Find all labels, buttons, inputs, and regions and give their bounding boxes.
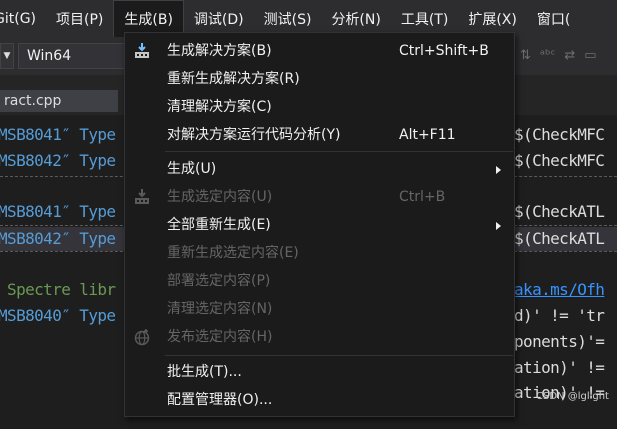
menu-separator	[165, 355, 513, 356]
menu-item-shortcut: Ctrl+Shift+B	[399, 43, 489, 59]
output-link[interactable]: aka.ms/Ofh	[514, 278, 605, 302]
menu-item-clean-selection[interactable]: 清理选定内容(N)	[125, 295, 514, 323]
menu-window[interactable]: 窗口(	[527, 0, 580, 37]
menu-item-label: 批生成(T)...	[167, 364, 242, 380]
menu-item-publish-selection[interactable]: 发布选定内容(H)	[125, 323, 514, 351]
menu-git[interactable]: Git(G)	[0, 0, 46, 37]
menu-item-deploy-selection[interactable]: 部署选定内容(P)	[125, 267, 514, 295]
menu-item-label: 部署选定内容(P)	[167, 273, 271, 289]
publish-globe-icon	[134, 329, 150, 346]
output-line-right: ation)' !=	[514, 358, 605, 377]
configuration-dropdown-arrow[interactable]: ▼	[0, 43, 14, 69]
menu-item-rebuild-all-submenu[interactable]: 全部重新生成(E)	[125, 211, 514, 239]
output-line-right: d)' != 'tr	[514, 306, 605, 325]
submenu-arrow-icon	[496, 222, 501, 230]
window-icon[interactable]: ▭	[584, 48, 596, 63]
menu-item-batch-build[interactable]: 批生成(T)...	[125, 358, 514, 386]
output-line-left: MSB8042″ Type	[0, 229, 116, 248]
output-line-left: MSB8041″ Type	[0, 202, 116, 221]
menu-separator	[165, 151, 513, 152]
build-selection-icon	[135, 189, 149, 204]
navigate-icon[interactable]: ⇄	[564, 48, 575, 63]
output-line-right: $(CheckATL	[514, 229, 605, 248]
output-line-right: $(CheckATL	[514, 202, 605, 221]
menu-item-clean-solution[interactable]: 清理解决方案(C)	[125, 93, 514, 121]
format-icon[interactable]: ⇅	[520, 48, 531, 63]
output-line-right: $(CheckMFC	[514, 151, 605, 170]
submenu-arrow-icon	[496, 166, 501, 174]
menu-item-label: 配置管理器(O)...	[167, 392, 273, 408]
menu-item-label: 对解决方案运行代码分析(Y)	[167, 127, 341, 143]
output-line-left: MSB8040″ Type	[0, 306, 116, 325]
output-line-right: $(CheckMFC	[514, 125, 605, 144]
menu-item-label: 生成解决方案(B)	[167, 43, 272, 59]
platform-select[interactable]: Win64	[18, 43, 126, 69]
menu-item-label: 发布选定内容(H)	[167, 329, 273, 345]
menu-item-run-code-analysis[interactable]: 对解决方案运行代码分析(Y) Alt+F11	[125, 121, 514, 149]
build-solution-icon	[135, 43, 149, 58]
output-line-left: MSB8042″ Type	[0, 151, 116, 170]
toolbar-icons: ⇅ ᵃᵇᶜ ⇄ ▭	[520, 48, 597, 63]
menu-item-label: 清理解决方案(C)	[167, 99, 272, 115]
menu-item-build-submenu[interactable]: 生成(U)	[125, 155, 514, 183]
spellcheck-icon[interactable]: ᵃᵇᶜ	[540, 48, 555, 63]
build-menu: 生成解决方案(B) Ctrl+Shift+B 重新生成解决方案(R) 清理解决方…	[124, 32, 515, 417]
menu-item-rebuild-selection[interactable]: 重新生成选定内容(E)	[125, 239, 514, 267]
file-tab[interactable]: ract.cpp	[0, 90, 118, 112]
menu-item-label: 生成选定内容(U)	[167, 189, 273, 205]
watermark: CSDN @lglight	[536, 391, 609, 402]
menu-item-rebuild-solution[interactable]: 重新生成解决方案(R)	[125, 65, 514, 93]
menu-item-label: 清理选定内容(N)	[167, 301, 273, 317]
menu-project[interactable]: 项目(P)	[46, 0, 113, 37]
menu-item-label: 全部重新生成(E)	[167, 217, 271, 233]
menu-item-build-selection[interactable]: 生成选定内容(U) Ctrl+B	[125, 183, 514, 211]
output-line-left: MSB8041″ Type	[0, 125, 116, 144]
menu-item-build-solution[interactable]: 生成解决方案(B) Ctrl+Shift+B	[125, 37, 514, 65]
menu-item-configuration-manager[interactable]: 配置管理器(O)...	[125, 386, 514, 414]
output-line-right: ponents)'=	[514, 332, 605, 351]
menu-item-label: 重新生成解决方案(R)	[167, 71, 300, 87]
menu-item-shortcut: Alt+F11	[399, 127, 456, 143]
menu-item-label: 生成(U)	[167, 161, 217, 177]
menu-item-label: 重新生成选定内容(E)	[167, 245, 299, 261]
output-line-left: Spectre libr	[0, 280, 116, 299]
menu-item-shortcut: Ctrl+B	[399, 189, 446, 205]
